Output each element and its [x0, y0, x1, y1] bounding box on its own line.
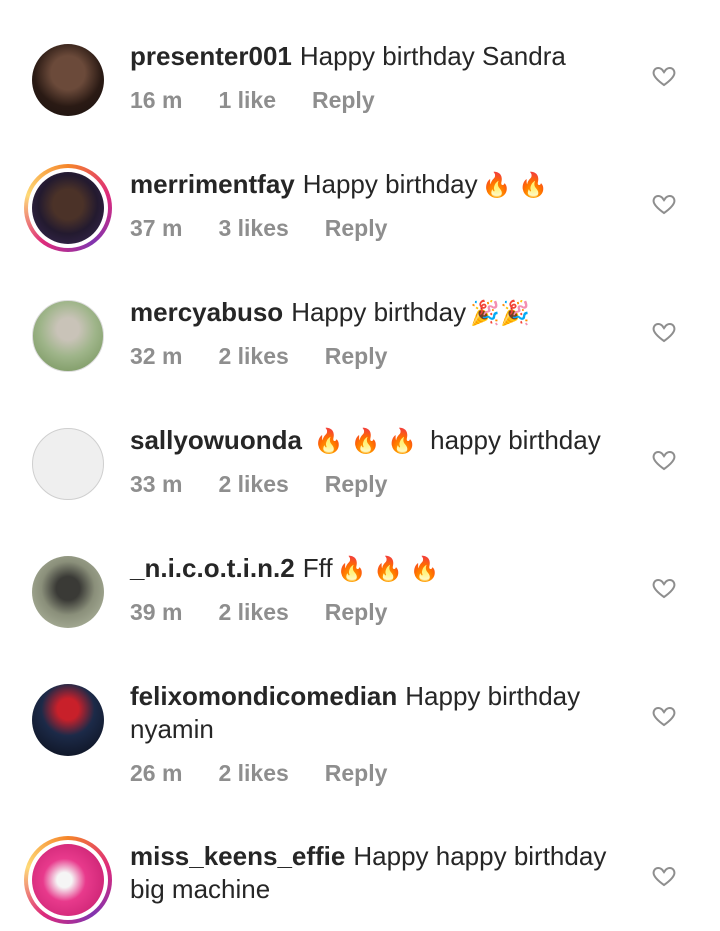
comment-meta: 16 m 1 like Reply	[130, 87, 411, 114]
avatar[interactable]	[32, 300, 104, 372]
comment-body: Happy birthday	[302, 169, 478, 199]
timestamp: 16 m	[130, 87, 183, 113]
comment-emojis: 🔥 🔥 🔥	[336, 556, 440, 583]
reply-button[interactable]: Reply	[325, 215, 388, 241]
comment-meta: 33 m 2 likes Reply	[130, 471, 423, 498]
comment-meta: 39 m 2 likes Reply	[130, 599, 423, 626]
heart-outline-icon[interactable]	[652, 320, 676, 344]
reply-button[interactable]: Reply	[312, 87, 375, 113]
comment-body: Fff	[302, 553, 333, 583]
username-link[interactable]: miss_keens_effie	[130, 841, 345, 871]
timestamp: 33 m	[130, 471, 183, 497]
username-link[interactable]: mercyabuso	[130, 297, 283, 327]
timestamp: 32 m	[130, 343, 183, 369]
username-link[interactable]: presenter001	[130, 41, 292, 71]
heart-outline-icon[interactable]	[652, 864, 676, 888]
timestamp: 37 m	[130, 215, 183, 241]
avatar[interactable]	[32, 556, 104, 628]
comment-meta: 26 m 2 likes Reply	[130, 760, 423, 787]
story-ring[interactable]	[24, 836, 112, 924]
comment-text: merrimentfay Happy birthday 🔥 🔥	[130, 168, 630, 202]
avatar	[32, 172, 104, 244]
comment-text: _n.i.c.o.t.i.n.2 Fff 🔥 🔥 🔥	[130, 552, 630, 586]
comment-body: Happy birthday	[291, 297, 467, 327]
reply-button[interactable]: Reply	[325, 471, 388, 497]
heart-outline-icon[interactable]	[652, 448, 676, 472]
timestamp: 39 m	[130, 599, 183, 625]
heart-outline-icon[interactable]	[652, 192, 676, 216]
username-link[interactable]: sallyowuonda	[130, 425, 302, 455]
reply-button[interactable]: Reply	[325, 599, 388, 625]
heart-outline-icon[interactable]	[652, 576, 676, 600]
likes-count[interactable]: 1 like	[218, 87, 276, 113]
reply-button[interactable]: Reply	[325, 343, 388, 369]
likes-count[interactable]: 2 likes	[218, 760, 288, 786]
avatar[interactable]	[32, 684, 104, 756]
comment-text: felixomondicomedian Happy birthday nyamin	[130, 680, 610, 746]
heart-outline-icon[interactable]	[652, 64, 676, 88]
comment-emojis: 🔥 🔥	[481, 172, 549, 199]
comment-text: presenter001 Happy birthday Sandra	[130, 40, 630, 73]
username-link[interactable]: _n.i.c.o.t.i.n.2	[130, 553, 295, 583]
likes-count[interactable]: 2 likes	[218, 343, 288, 369]
heart-outline-icon[interactable]	[652, 704, 676, 728]
comment-text: mercyabuso Happy birthday 🎉🎉	[130, 296, 630, 330]
comment-body: Happy birthday Sandra	[299, 41, 566, 71]
comment-body: happy birthday	[430, 425, 601, 455]
comment-emojis: 🔥 🔥 🔥	[313, 428, 417, 455]
username-link[interactable]: merrimentfay	[130, 169, 295, 199]
timestamp: 26 m	[130, 760, 183, 786]
username-link[interactable]: felixomondicomedian	[130, 681, 397, 711]
avatar[interactable]	[32, 44, 104, 116]
story-ring[interactable]	[24, 164, 112, 252]
comment-meta: 32 m 2 likes Reply	[130, 343, 423, 370]
avatar[interactable]	[32, 428, 104, 500]
comment-text: sallyowuonda 🔥 🔥 🔥 happy birthday	[130, 424, 630, 458]
likes-count[interactable]: 2 likes	[218, 599, 288, 625]
comment-text: miss_keens_effie Happy happy birthday big…	[130, 840, 630, 906]
avatar	[32, 844, 104, 916]
comment-meta: 37 m 3 likes Reply	[130, 215, 423, 242]
reply-button[interactable]: Reply	[325, 760, 388, 786]
likes-count[interactable]: 2 likes	[218, 471, 288, 497]
likes-count[interactable]: 3 likes	[218, 215, 288, 241]
comment-emojis: 🎉🎉	[470, 300, 530, 327]
